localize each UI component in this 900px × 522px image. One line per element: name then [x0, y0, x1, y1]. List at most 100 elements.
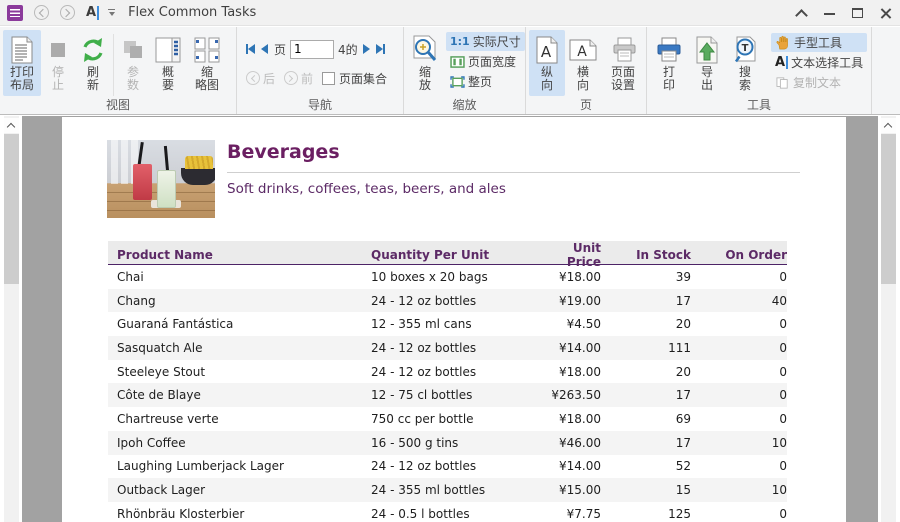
forward-icon[interactable]: [60, 5, 75, 20]
report-viewer: Beverages Soft drinks, coffees, teas, be…: [0, 116, 900, 522]
zoom-button[interactable]: 缩 放: [407, 30, 443, 96]
viewer-canvas: Beverages Soft drinks, coffees, teas, be…: [22, 116, 878, 522]
whole-page-button[interactable]: 整页: [446, 72, 525, 91]
whole-page-icon: [450, 76, 465, 88]
back-icon[interactable]: [34, 5, 49, 20]
zoom-label: 缩 放: [419, 66, 431, 92]
refresh-button[interactable]: 刷 新: [75, 30, 111, 96]
maximize-icon: [852, 8, 863, 18]
col-header-in-stock: In Stock: [601, 248, 691, 262]
table-row: Steeleye Stout24 - 12 oz bottles¥18.0020…: [108, 360, 787, 384]
fries: [185, 156, 213, 169]
stop-label: 停 止: [52, 66, 64, 92]
text-select-label: 文本选择工具: [791, 54, 863, 71]
search-button[interactable]: T 搜 索: [728, 30, 762, 96]
portrait-button[interactable]: A 纵 向: [529, 30, 565, 96]
hand-tool-label: 手型工具: [794, 34, 842, 51]
copy-text-button: 复制文本: [771, 73, 867, 92]
navigation-group-label: 导航: [237, 96, 403, 113]
hand-tool-button[interactable]: 手型工具: [771, 33, 867, 52]
page-collection-checkbox[interactable]: [322, 72, 335, 85]
text-select-tool-button[interactable]: A 文本选择工具: [771, 53, 867, 72]
print-layout-button[interactable]: 打印 布局: [3, 30, 41, 96]
ribbon-group-zoom: 缩 放 1:1 实际尺寸 页面宽度 整页 缩放: [404, 27, 526, 114]
collapse-ribbon-button[interactable]: [794, 5, 810, 21]
page-field-label: 页: [274, 41, 286, 58]
left-scrollbar[interactable]: [0, 116, 22, 522]
report-table: Product Name Quantity Per Unit Unit Pric…: [108, 241, 787, 522]
left-scroll-up-button[interactable]: [4, 118, 19, 133]
hand-icon: [775, 35, 790, 50]
stop-button: 停 止: [41, 30, 75, 96]
whole-page-label: 整页: [468, 73, 492, 90]
ribbon-group-navigation: 页 4的 后 前 页面集合 导航: [237, 27, 404, 114]
portrait-icon: A: [536, 34, 558, 66]
left-scrollbar-thumb[interactable]: [4, 134, 19, 284]
fries-bowl: [181, 168, 215, 185]
thumbnails-button[interactable]: 缩 略图: [186, 30, 228, 96]
print-label: 打 印: [663, 66, 675, 92]
ribbon: 打印 布局 停 止 刷 新 参 数: [0, 27, 900, 115]
actual-size-button[interactable]: 1:1 实际尺寸: [446, 32, 525, 51]
print-layout-label: 打印 布局: [10, 66, 34, 92]
col-header-unit-price: Unit Price: [541, 241, 601, 269]
history-forward-icon: [284, 71, 298, 85]
outline-icon: [155, 34, 181, 66]
window-controls: [794, 0, 894, 26]
export-button[interactable]: 导 出: [690, 30, 724, 96]
last-page-button[interactable]: [376, 44, 385, 54]
minimize-button[interactable]: [822, 5, 838, 21]
close-button[interactable]: [878, 5, 894, 21]
quick-access-text-tool-icon[interactable]: A: [86, 5, 99, 20]
landscape-icon: A: [569, 34, 597, 66]
search-label: 搜 索: [739, 66, 751, 92]
copy-text-label: 复制文本: [793, 74, 841, 91]
table-row: Rhönbräu Klosterbier24 - 0.5 l bottles¥7…: [108, 502, 787, 522]
right-scrollbar-thumb[interactable]: [881, 134, 896, 284]
group-inner-separator: [113, 34, 114, 96]
maximize-button[interactable]: [850, 5, 866, 21]
straw: [164, 146, 169, 172]
page-width-icon: [450, 56, 465, 68]
refresh-icon: [79, 34, 107, 66]
app-icon[interactable]: [7, 5, 23, 21]
parameters-label: 参 数: [127, 66, 139, 92]
history-back-icon: [246, 71, 260, 85]
page-count-label: 4的: [338, 41, 358, 58]
next-page-button[interactable]: [363, 44, 370, 54]
history-forward-label: 前: [301, 70, 313, 87]
landscape-button[interactable]: A 横 向: [565, 30, 601, 96]
text-cursor-icon: [97, 6, 99, 20]
zoom-group-label: 缩放: [404, 96, 525, 113]
table-row: Chartreuse verte750 cc per bottle¥18.006…: [108, 407, 787, 431]
titlebar: A Flex Common Tasks: [0, 0, 900, 26]
col-header-product-name: Product Name: [108, 248, 371, 262]
page-group-label: 页: [526, 96, 646, 113]
previous-page-button[interactable]: [261, 44, 268, 54]
table-row: Côte de Blaye12 - 75 cl bottles¥263.5017…: [108, 383, 787, 407]
thumbnails-icon: [193, 34, 221, 66]
right-scroll-up-button[interactable]: [881, 118, 896, 133]
first-page-button[interactable]: [246, 44, 255, 54]
right-scrollbar[interactable]: [878, 116, 900, 522]
report-photo: [107, 140, 215, 218]
page-number-input[interactable]: [290, 40, 334, 59]
report-subtitle: Soft drinks, coffees, teas, beers, and a…: [227, 181, 506, 197]
outline-label: 概 要: [162, 66, 174, 92]
text-select-icon: A: [775, 55, 785, 70]
page-setup-label: 页面 设置: [611, 66, 635, 92]
svg-text:A: A: [541, 43, 552, 61]
col-header-on-order: On Order: [691, 248, 787, 262]
dropdown-bar: [108, 9, 115, 11]
print-button[interactable]: 打 印: [652, 30, 686, 96]
ribbon-group-view: 打印 布局 停 止 刷 新 参 数: [0, 27, 237, 114]
text-cursor-icon: [786, 56, 788, 69]
table-row: Laughing Lumberjack Lager24 - 12 oz bott…: [108, 455, 787, 479]
ribbon-group-page: A 纵 向 A 横 向 页面 设置 页: [526, 27, 647, 114]
page-width-button[interactable]: 页面宽度: [446, 52, 525, 71]
table-header-row: Product Name Quantity Per Unit Unit Pric…: [108, 241, 787, 265]
page-setup-button[interactable]: 页面 设置: [601, 30, 645, 96]
quick-access-dropdown-icon[interactable]: [108, 9, 115, 17]
outline-button[interactable]: 概 要: [150, 30, 186, 96]
forward-arrow-glyph: [62, 9, 70, 17]
